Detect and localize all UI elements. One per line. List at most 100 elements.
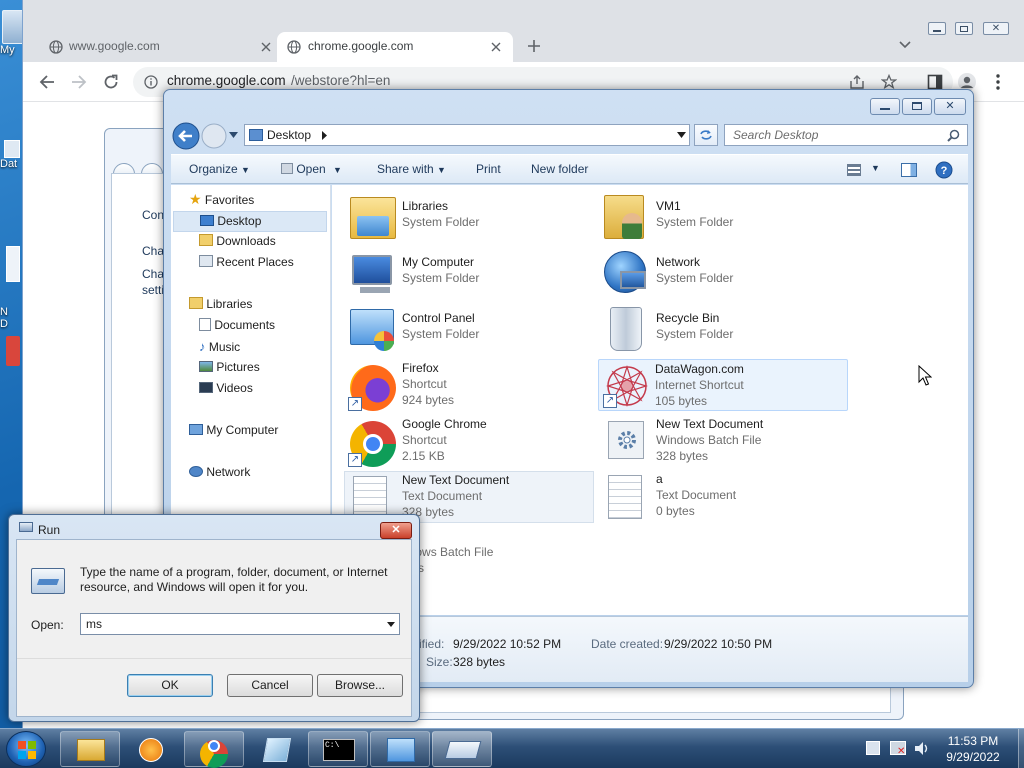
start-button[interactable] — [6, 731, 46, 767]
downloads-folder-icon — [199, 234, 213, 246]
show-desktop-button[interactable] — [1018, 729, 1024, 768]
file-item-google-chrome[interactable]: ↗ Google Chrome Shortcut 2.15 KB — [346, 417, 596, 469]
desktop-icon — [249, 129, 263, 141]
taskbar-clock[interactable]: 11:53 PM 9/29/2022 — [928, 733, 1018, 765]
preview-pane-icon[interactable] — [901, 163, 917, 177]
bookmark-star-icon[interactable] — [881, 74, 897, 90]
nav-recent-places[interactable]: Recent Places — [199, 255, 327, 276]
file-item-vm1[interactable]: VM1 System Folder — [600, 193, 850, 245]
taskbar-chrome[interactable] — [184, 731, 244, 768]
open-label: Open — [296, 162, 326, 176]
more-menu-icon[interactable] — [995, 73, 1001, 91]
nav-label: Downloads — [216, 234, 276, 248]
back-arrow-icon[interactable] — [172, 122, 200, 150]
chevron-down-icon: ▼ — [241, 165, 250, 175]
nav-label: Recent Places — [216, 255, 294, 269]
file-item-network[interactable]: Network System Folder — [600, 249, 850, 301]
reload-icon[interactable] — [103, 74, 119, 90]
nav-downloads[interactable]: Downloads — [199, 234, 327, 255]
close-window-button[interactable]: ✕ — [934, 98, 966, 115]
taskbar-run[interactable] — [432, 731, 492, 767]
chevron-down-icon[interactable] — [387, 622, 395, 627]
taskbar-explorer[interactable] — [60, 731, 120, 767]
close-icon[interactable] — [491, 42, 501, 52]
maximize-button[interactable] — [902, 98, 932, 115]
shortcut-icon[interactable] — [6, 336, 20, 366]
file-item-new-text-document-bat[interactable]: New Text Document Windows Batch File 328… — [600, 417, 850, 469]
nav-my-computer[interactable]: My Computer — [189, 423, 329, 444]
nav-documents[interactable]: Documents — [199, 318, 327, 339]
file-name: VM1 — [656, 199, 681, 213]
taskbar-media-player[interactable] — [122, 731, 182, 767]
forward-arrow-icon[interactable] — [71, 74, 87, 90]
taskbar-command-prompt[interactable]: C:\ — [308, 731, 368, 767]
nav-libraries[interactable]: Libraries — [189, 297, 329, 318]
file-item-datawagon[interactable]: ↗ DataWagon.com Internet Shortcut 105 by… — [598, 359, 848, 411]
close-window-button[interactable]: ✕ — [380, 522, 412, 539]
chevron-down-icon[interactable]: ▼ — [871, 163, 880, 173]
file-item-a[interactable]: a Text Document 0 bytes — [600, 472, 850, 525]
file-type: Text Document — [402, 489, 483, 503]
view-options-icon[interactable] — [847, 164, 861, 176]
chrome-tab-webstore[interactable]: chrome.google.com — [277, 32, 513, 62]
computer-stand-icon — [360, 287, 390, 293]
computer-icon — [189, 424, 203, 435]
recent-pages-dropdown-icon[interactable] — [229, 132, 238, 138]
forward-arrow-icon[interactable] — [201, 123, 227, 149]
nav-videos[interactable]: Videos — [199, 381, 327, 402]
chrome-tab-google[interactable]: www.google.com — [35, 32, 275, 62]
cancel-button[interactable]: Cancel — [227, 674, 313, 697]
search-input[interactable]: Search Desktop — [724, 124, 968, 146]
share-icon[interactable] — [849, 75, 865, 89]
back-arrow-icon[interactable] — [39, 74, 55, 90]
file-item-control-panel[interactable]: Control Panel System Folder — [346, 305, 596, 357]
refresh-icon — [700, 130, 712, 140]
close-window-button[interactable]: ✕ — [983, 22, 1009, 35]
search-icon[interactable] — [947, 129, 960, 142]
bg-dialog-line: Cha — [142, 244, 165, 258]
ok-button[interactable]: OK — [127, 674, 213, 697]
chevron-down-icon[interactable] — [899, 41, 911, 49]
network-status-icon[interactable]: ✕ — [890, 741, 906, 757]
open-combobox[interactable]: ms — [80, 613, 400, 635]
nav-music[interactable]: ♪ Music — [199, 339, 327, 360]
restore-button[interactable] — [955, 22, 973, 35]
info-icon[interactable] — [144, 75, 158, 89]
modified-label: ified: — [419, 637, 445, 651]
chrome-tab-strip: www.google.com chrome.google.com ✕ — [23, 0, 1024, 62]
share-with-button[interactable]: Share with ▼ — [377, 162, 446, 176]
nav-favorites[interactable]: ★ Favorites — [189, 191, 329, 212]
browse-button[interactable]: Browse... — [317, 674, 403, 697]
taskbar-notepad[interactable] — [246, 731, 306, 767]
bg-dialog-line: Cha setti — [142, 267, 165, 297]
nav-network[interactable]: Network — [189, 465, 329, 486]
chevron-down-icon: ▼ — [333, 165, 342, 175]
address-bar[interactable]: Desktop — [244, 124, 690, 146]
open-button[interactable]: Open ▼ — [281, 162, 342, 176]
action-center-icon[interactable] — [866, 741, 880, 755]
taskbar-control-panel[interactable] — [370, 731, 430, 767]
file-name: Libraries — [402, 199, 449, 213]
file-item-my-computer[interactable]: My Computer System Folder — [346, 249, 596, 301]
print-button[interactable]: Print — [476, 162, 501, 176]
chevron-down-icon[interactable] — [677, 132, 686, 138]
new-folder-button[interactable]: New folder — [531, 162, 588, 176]
side-panel-icon[interactable] — [927, 74, 943, 90]
error-badge-icon: ✕ — [897, 746, 906, 757]
file-item-firefox[interactable]: ↗ Firefox Shortcut 924 bytes — [346, 361, 596, 413]
new-tab-icon[interactable] — [527, 39, 541, 53]
file-item-recycle-bin[interactable]: Recycle Bin System Folder — [600, 305, 850, 357]
mouse-cursor-icon — [918, 365, 932, 386]
nav-desktop[interactable]: Desktop — [173, 211, 327, 232]
file-item-libraries[interactable]: Libraries System Folder — [346, 193, 596, 245]
file-name: Recycle Bin — [656, 311, 720, 325]
minimize-button[interactable] — [928, 22, 946, 35]
refresh-button[interactable] — [694, 124, 718, 146]
organize-button[interactable]: Organize ▼ — [189, 162, 250, 176]
help-icon[interactable]: ? — [935, 161, 953, 179]
nav-pictures[interactable]: Pictures — [199, 360, 327, 381]
minimize-button[interactable] — [870, 98, 900, 115]
close-icon[interactable] — [261, 42, 271, 52]
chevron-right-icon[interactable] — [322, 131, 327, 140]
nav-label: Network — [206, 465, 251, 479]
